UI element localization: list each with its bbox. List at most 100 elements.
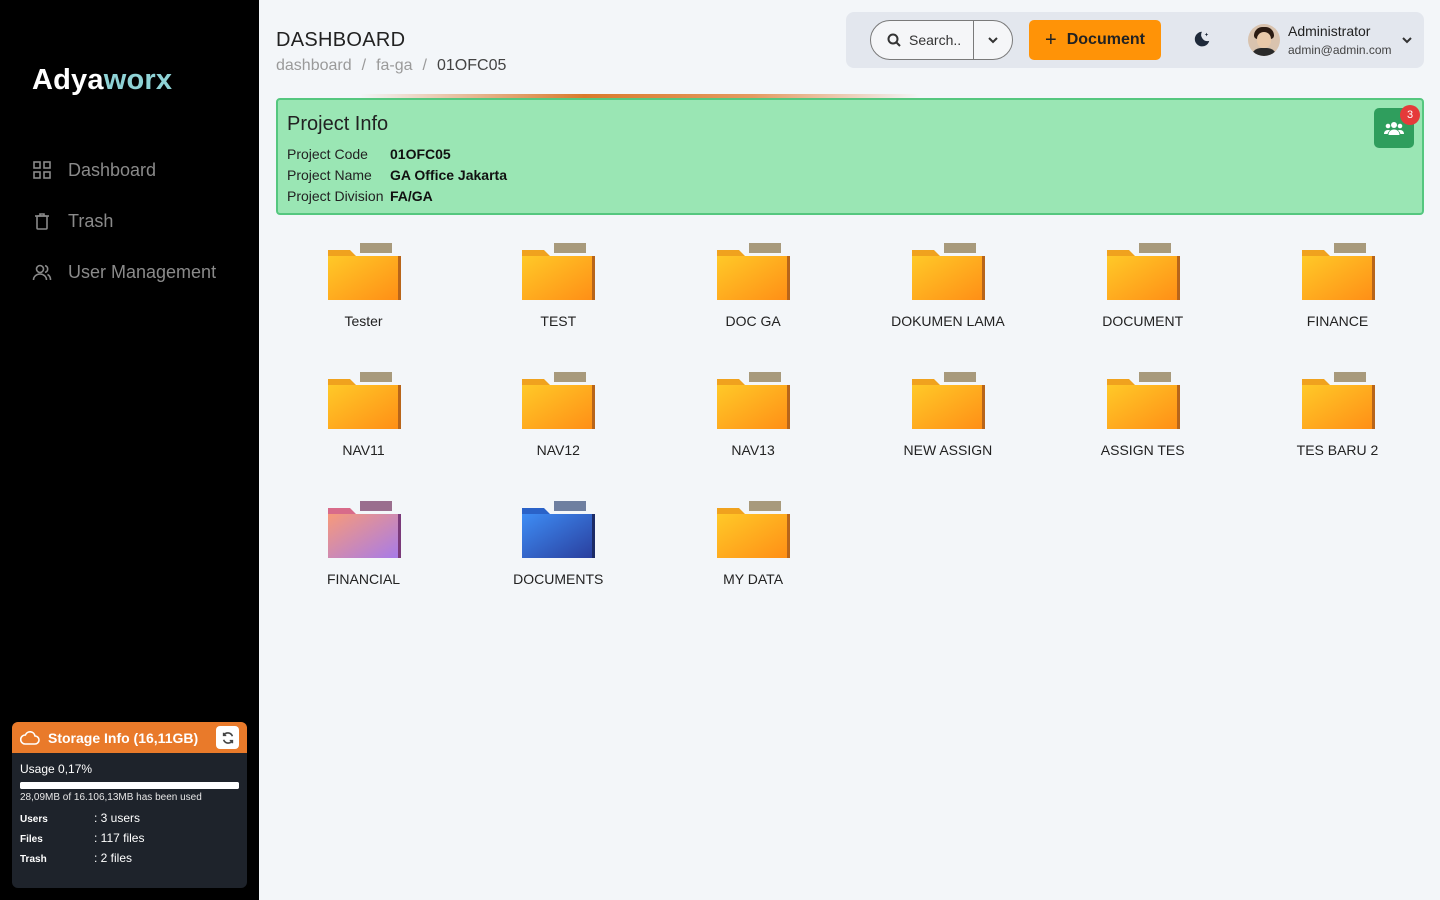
breadcrumb-item-fa-ga[interactable]: fa-ga: [376, 57, 412, 75]
folder-icon: [522, 372, 596, 429]
folder-item[interactable]: FINANCE: [1250, 240, 1425, 350]
folder-item[interactable]: ASSIGN TES: [1055, 369, 1230, 479]
folder-item[interactable]: DOCUMENT: [1055, 240, 1230, 350]
search-button[interactable]: Search..: [871, 21, 974, 59]
folder-item[interactable]: DOC GA: [666, 240, 841, 350]
storage-header: Storage Info (16,11GB): [12, 722, 247, 753]
project-field-value: FA/GA: [390, 188, 433, 204]
folder-label: FINANCIAL: [326, 571, 401, 587]
project-division-row: Project Division FA/GA: [287, 188, 433, 204]
user-menu[interactable]: Administrator admin@admin.com: [1248, 20, 1418, 60]
chevron-down-icon: [1400, 33, 1414, 52]
sidebar-item-label: User Management: [68, 261, 217, 282]
sidebar-item-trash[interactable]: Trash: [32, 205, 216, 237]
storage-title: Storage Info (16,11GB): [48, 729, 199, 746]
users-icon: [32, 262, 52, 282]
page-title: DASHBOARD: [276, 29, 406, 51]
stat-label: Users: [20, 814, 48, 825]
avatar: [1248, 24, 1280, 56]
folder-icon: [522, 501, 596, 558]
trash-icon: [32, 211, 52, 231]
folder-item[interactable]: MY DATA: [666, 498, 841, 608]
sidebar-item-label: Dashboard: [68, 159, 157, 180]
chevron-down-icon: [988, 37, 998, 44]
stat-value: : 2 files: [94, 851, 133, 865]
breadcrumb: dashboard / fa-ga / 01OFC05: [276, 57, 506, 75]
top-toolbar: Search.. + Document Administrator admin@…: [846, 12, 1424, 68]
folder-icon: [717, 501, 791, 558]
project-code-row: Project Code 01OFC05: [287, 146, 451, 162]
moon-icon: [1194, 31, 1210, 47]
grid-icon: [32, 160, 52, 180]
folder-item[interactable]: NEW ASSIGN: [860, 369, 1035, 479]
folder-icon: [1106, 243, 1180, 300]
add-document-button[interactable]: + Document: [1029, 20, 1161, 60]
folder-icon: [1106, 372, 1180, 429]
project-field-value: 01OFC05: [390, 146, 451, 162]
folder-label: FINANCE: [1306, 313, 1369, 329]
folder-label: NAV11: [342, 442, 385, 458]
folder-label: MY DATA: [723, 571, 784, 587]
project-name-row: Project Name GA Office Jakarta: [287, 167, 507, 183]
folder-item[interactable]: TES BARU 2: [1250, 369, 1425, 479]
folder-label: DOKUMEN LAMA: [891, 313, 1005, 329]
folder-icon: [327, 372, 401, 429]
folder-label: NAV12: [536, 442, 580, 458]
refresh-button[interactable]: [216, 726, 239, 749]
folder-icon: [327, 501, 401, 558]
app-logo[interactable]: Adyaworx: [32, 64, 172, 97]
search-label: Search..: [909, 32, 962, 48]
refresh-icon: [222, 731, 233, 744]
folder-label: DOC GA: [725, 313, 781, 329]
sidebar-item-dashboard[interactable]: Dashboard: [32, 154, 216, 186]
storage-stat-files: Files : 117 files: [20, 831, 239, 851]
folder-icon: [1301, 372, 1375, 429]
folder-item[interactable]: NAV13: [666, 369, 841, 479]
cloud-icon: [20, 730, 40, 745]
folder-icon: [522, 243, 596, 300]
project-info-card: Project Info Project Code 01OFC05 Projec…: [276, 98, 1424, 215]
folder-item[interactable]: TEST: [471, 240, 646, 350]
add-document-label: Document: [1066, 31, 1145, 48]
breadcrumb-item-dashboard[interactable]: dashboard: [276, 57, 352, 75]
project-field-label: Project Division: [287, 188, 384, 204]
user-name: Administrator: [1288, 23, 1371, 39]
stat-label: Files: [20, 834, 43, 845]
folder-label: Tester: [344, 313, 383, 329]
folder-item[interactable]: NAV11: [276, 369, 451, 479]
plus-icon: +: [1045, 29, 1057, 51]
folder-label: TES BARU 2: [1296, 442, 1379, 458]
folder-item[interactable]: NAV12: [471, 369, 646, 479]
theme-toggle-button[interactable]: [1189, 28, 1213, 52]
storage-stat-trash: Trash : 2 files: [20, 851, 239, 871]
storage-progress-bar: [20, 782, 239, 789]
folder-item[interactable]: DOCUMENTS: [471, 498, 646, 608]
folder-icon: [911, 243, 985, 300]
search-icon: [887, 33, 901, 47]
folder-icon: [717, 372, 791, 429]
storage-stat-users: Users : 3 users: [20, 811, 239, 831]
user-email: admin@admin.com: [1288, 43, 1392, 57]
folder-icon: [717, 243, 791, 300]
folder-label: NAV13: [731, 442, 775, 458]
sidebar-item-label: Trash: [68, 210, 114, 231]
folder-label: DOCUMENT: [1102, 313, 1184, 329]
folder-item[interactable]: FINANCIAL: [276, 498, 451, 608]
storage-used-text: 28,09MB of 16.106,13MB has been used: [20, 792, 202, 803]
folder-icon: [1301, 243, 1375, 300]
sidebar-nav: Dashboard Trash User Management: [32, 154, 216, 307]
project-info-title: Project Info: [287, 113, 389, 135]
logo-accent-text: worx: [103, 64, 173, 96]
project-field-label: Project Code: [287, 146, 368, 162]
folder-item[interactable]: Tester: [276, 240, 451, 350]
project-field-value: GA Office Jakarta: [390, 167, 507, 183]
sidebar: Adyaworx Dashboard Trash User Management…: [0, 0, 259, 900]
sidebar-item-user-management[interactable]: User Management: [32, 256, 216, 288]
search-group: Search..: [870, 20, 1013, 60]
folder-label: NEW ASSIGN: [903, 442, 993, 458]
search-dropdown-button[interactable]: [974, 21, 1012, 59]
folder-label: ASSIGN TES: [1100, 442, 1185, 458]
logo-main-text: Adya: [32, 64, 104, 96]
folder-item[interactable]: DOKUMEN LAMA: [860, 240, 1035, 350]
breadcrumb-item-current: 01OFC05: [437, 57, 507, 74]
